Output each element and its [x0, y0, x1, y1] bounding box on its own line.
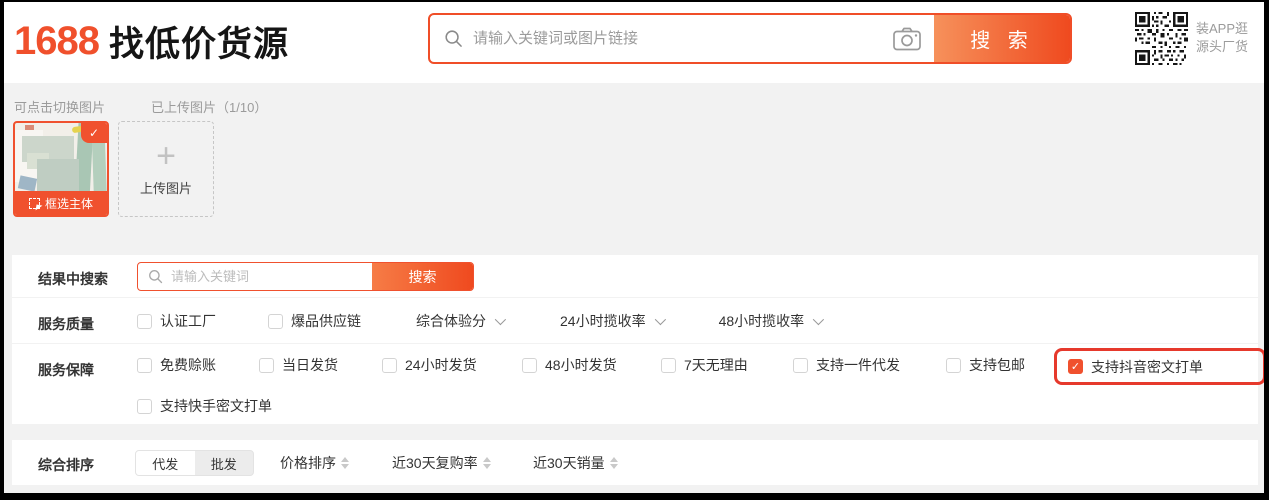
qr-code [1135, 12, 1188, 65]
result-search-label: 结果中搜索 [38, 269, 108, 289]
annotation-highlight-box: ✓ 支持抖音密文打单 [1054, 348, 1264, 385]
checkbox-kuaishou-encrypted-print[interactable]: 支持快手密文打单 [137, 396, 272, 416]
main-search-input[interactable] [473, 30, 892, 47]
trade-mode-toggle: 代发 批发 [135, 450, 254, 476]
checkbox-hot-supply-chain[interactable]: 爆品供应链 [268, 311, 361, 331]
app-qr-block: 装APP逛 源头厂货 [1135, 12, 1248, 65]
qr-caption-line1: 装APP逛 [1196, 20, 1248, 38]
main-search-button[interactable]: 搜 索 [934, 15, 1070, 62]
filter-row-service-quality: 服务质量 认证工厂 爆品供应链 综合体验分 24小时揽收率 [12, 298, 1258, 344]
crop-select-icon [29, 198, 40, 209]
crop-subject-button[interactable]: 框选主体 [15, 191, 107, 215]
result-search-button[interactable]: 搜索 [372, 263, 473, 290]
checkbox-7day-no-reason[interactable]: 7天无理由 [661, 355, 748, 375]
page: 1688 找低价货源 搜 索 [4, 2, 1264, 493]
qr-caption: 装APP逛 源头厂货 [1196, 12, 1248, 65]
service-quality-label: 服务质量 [38, 314, 94, 334]
sort-arrows-icon [483, 457, 491, 469]
result-search-input-zone [138, 263, 372, 290]
checkbox-same-day-ship[interactable]: 当日发货 [259, 355, 338, 375]
logo[interactable]: 1688 找低价货源 [14, 16, 289, 67]
search-icon [148, 269, 163, 284]
sort-30d-repurchase[interactable]: 近30天复购率 [392, 440, 491, 485]
checkbox-douyin-encrypted-print[interactable]: ✓ 支持抖音密文打单 [1068, 357, 1203, 377]
chevron-down-icon [654, 314, 665, 325]
camera-icon[interactable] [892, 26, 922, 52]
checkbox-dropshipping[interactable]: 支持一件代发 [793, 355, 900, 375]
sort-label: 综合排序 [38, 455, 94, 475]
checkbox-icon [137, 358, 152, 373]
sort-30d-sales[interactable]: 近30天销量 [533, 440, 618, 485]
checkbox-icon [793, 358, 808, 373]
uploaded-count: 已上传图片（1/10） [151, 97, 267, 116]
qr-caption-line2: 源头厂货 [1196, 38, 1248, 56]
main-search-input-zone [430, 15, 934, 62]
dropdown-48h-pickup-rate[interactable]: 48小时揽收率 [719, 311, 822, 331]
toggle-wholesale[interactable]: 批发 [195, 451, 254, 475]
plus-icon: + [156, 142, 176, 170]
sort-price[interactable]: 价格排序 [280, 440, 349, 485]
checkbox-free-credit[interactable]: 免费赊账 [137, 355, 216, 375]
main-search-bar: 搜 索 [428, 13, 1072, 64]
checkbox-icon [661, 358, 676, 373]
filter-row-result-search: 结果中搜索 搜索 [12, 255, 1258, 298]
checkbox-checked-icon: ✓ [1068, 359, 1083, 374]
logo-1688: 1688 [14, 19, 99, 64]
sort-arrows-icon [341, 457, 349, 469]
sort-panel: 综合排序 代发 批发 价格排序 近30天复购率 近30天销量 [12, 440, 1258, 485]
logo-slogan: 找低价货源 [109, 16, 289, 67]
switch-image-hint: 可点击切换图片 [14, 97, 105, 116]
header: 1688 找低价货源 搜 索 [4, 2, 1264, 83]
checkbox-24h-ship[interactable]: 24小时发货 [382, 355, 477, 375]
filter-panel: 结果中搜索 搜索 服务质量 认证工厂 [12, 255, 1258, 424]
uploaded-image-thumbnail[interactable]: ✓ 框选主体 [13, 121, 109, 217]
checkbox-icon [522, 358, 537, 373]
upload-hints: 可点击切换图片 已上传图片（1/10） [14, 97, 267, 116]
search-icon [444, 29, 463, 48]
dropdown-24h-pickup-rate[interactable]: 24小时揽收率 [560, 311, 663, 331]
toggle-dropship[interactable]: 代发 [136, 451, 195, 475]
checkbox-certified-factory[interactable]: 认证工厂 [137, 311, 216, 331]
checkbox-icon [382, 358, 397, 373]
checkbox-free-shipping[interactable]: 支持包邮 [946, 355, 1025, 375]
checkbox-icon [946, 358, 961, 373]
upload-image-label: 上传图片 [140, 178, 192, 197]
service-guarantee-label: 服务保障 [38, 360, 94, 380]
dropdown-experience-score[interactable]: 综合体验分 [416, 311, 503, 331]
checkbox-icon [137, 314, 152, 329]
result-search-input[interactable] [171, 269, 372, 284]
checkbox-icon [268, 314, 283, 329]
chevron-down-icon [495, 314, 506, 325]
checkbox-icon [137, 399, 152, 414]
checkbox-icon [259, 358, 274, 373]
checkbox-48h-ship[interactable]: 48小时发货 [522, 355, 617, 375]
filter-row-service-guarantee: 服务保障 免费赊账 当日发货 24小时发货 48小时发货 7天无理由 [12, 344, 1258, 423]
upload-image-button[interactable]: + 上传图片 [118, 121, 214, 217]
result-search-bar: 搜索 [137, 262, 474, 291]
chevron-down-icon [813, 314, 824, 325]
sort-arrows-icon [610, 457, 618, 469]
crop-subject-label: 框选主体 [45, 195, 93, 212]
selected-check-badge: ✓ [81, 123, 107, 143]
